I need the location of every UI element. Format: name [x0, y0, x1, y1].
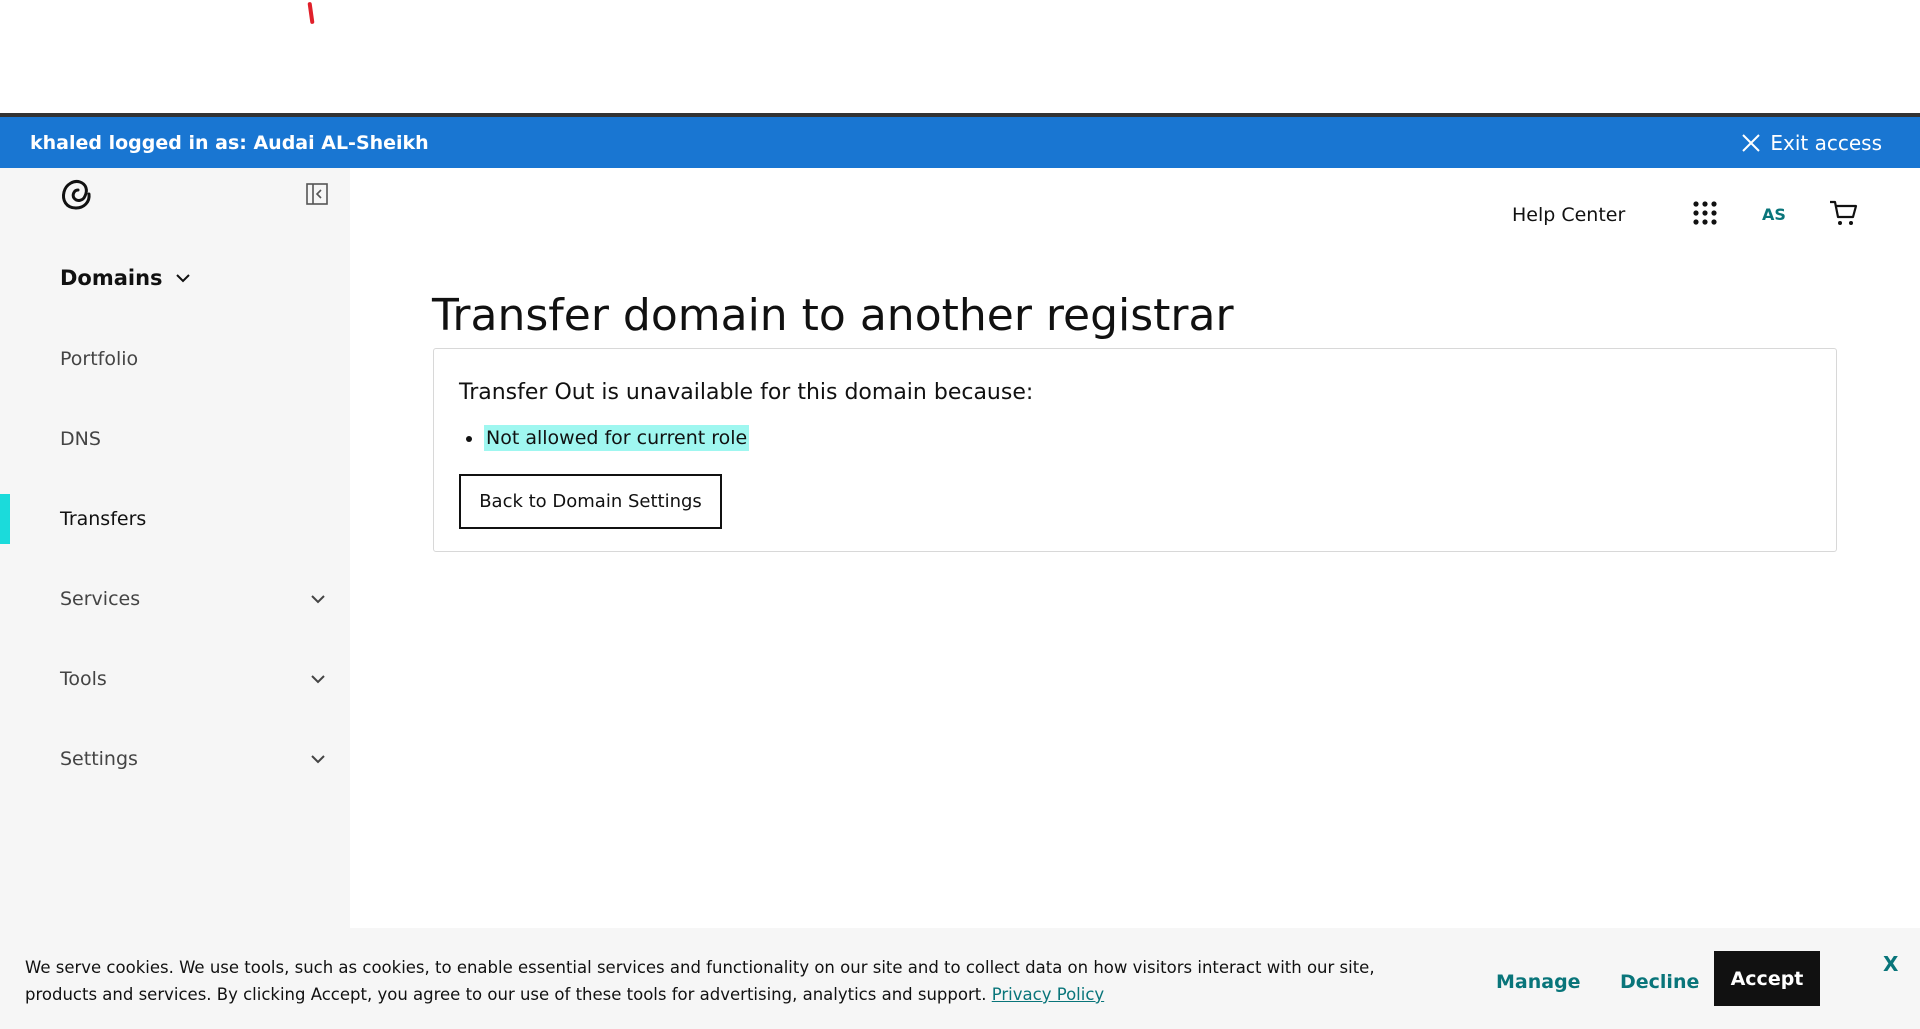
- manage-cookies-button[interactable]: Manage: [1490, 970, 1587, 994]
- sidebar-item-tools[interactable]: Tools: [0, 649, 350, 709]
- transfer-unavailable-card: Transfer Out is unavailable for this dom…: [433, 348, 1837, 552]
- avatar[interactable]: AS: [1762, 205, 1786, 224]
- sidebar-item-dns[interactable]: DNS: [0, 409, 350, 469]
- logo-icon[interactable]: [58, 176, 94, 212]
- close-icon: [1742, 133, 1761, 152]
- help-center-link[interactable]: Help Center: [1512, 204, 1625, 226]
- sidebar-item-settings[interactable]: Settings: [0, 729, 350, 789]
- cart-icon[interactable]: [1828, 198, 1858, 228]
- cookie-message: We serve cookies. We use tools, such as …: [25, 958, 1375, 1004]
- impersonation-text: khaled logged in as: Audai AL-Sheikh: [30, 131, 429, 154]
- reason-text: Not allowed for current role: [484, 425, 750, 451]
- browser-blank-area: [0, 0, 1920, 113]
- sidebar-item-label: Portfolio: [60, 348, 139, 370]
- sidebar-item-label: DNS: [60, 428, 101, 450]
- reason-list: Not allowed for current role: [459, 425, 750, 451]
- impersonation-banner: khaled logged in as: Audai AL-Sheikh Exi…: [0, 117, 1920, 168]
- domains-heading-label: Domains: [60, 266, 163, 290]
- privacy-policy-link[interactable]: Privacy Policy: [992, 985, 1104, 1004]
- sidebar-item-portfolio[interactable]: Portfolio: [0, 329, 350, 389]
- chevron-down-icon: [311, 675, 325, 684]
- exit-access-label: Exit access: [1770, 130, 1882, 155]
- sidebar-item-label: Settings: [60, 748, 138, 770]
- list-item: Not allowed for current role: [484, 425, 750, 451]
- reason-heading: Transfer Out is unavailable for this dom…: [459, 380, 1034, 405]
- sidebar-item-label: Tools: [60, 668, 107, 690]
- page-title: Transfer domain to another registrar: [432, 290, 1234, 341]
- chevron-down-icon: [311, 595, 325, 604]
- close-banner-button[interactable]: X: [1883, 952, 1898, 976]
- chevron-down-icon: [175, 274, 190, 283]
- sidebar-item-label: Transfers: [60, 508, 147, 530]
- sidebar: Domains Portfolio DNS Transfers Services…: [0, 168, 350, 928]
- sidebar-item-transfers[interactable]: Transfers: [0, 494, 350, 544]
- back-to-domain-settings-button[interactable]: Back to Domain Settings: [459, 474, 722, 529]
- sidebar-item-label: Services: [60, 588, 141, 610]
- decline-cookies-button[interactable]: Decline: [1614, 970, 1705, 994]
- chevron-down-icon: [311, 755, 325, 764]
- active-indicator: [0, 494, 10, 544]
- cookie-text: We serve cookies. We use tools, such as …: [25, 954, 1435, 1008]
- cookie-banner: We serve cookies. We use tools, such as …: [0, 928, 1920, 1029]
- domains-menu-toggle[interactable]: Domains: [60, 266, 193, 290]
- collapse-sidebar-icon[interactable]: [305, 182, 329, 206]
- accept-cookies-button[interactable]: Accept: [1714, 951, 1820, 1006]
- apps-grid-icon[interactable]: [1692, 200, 1718, 226]
- exit-access-button[interactable]: Exit access: [1740, 131, 1882, 155]
- sidebar-item-services[interactable]: Services: [0, 569, 350, 629]
